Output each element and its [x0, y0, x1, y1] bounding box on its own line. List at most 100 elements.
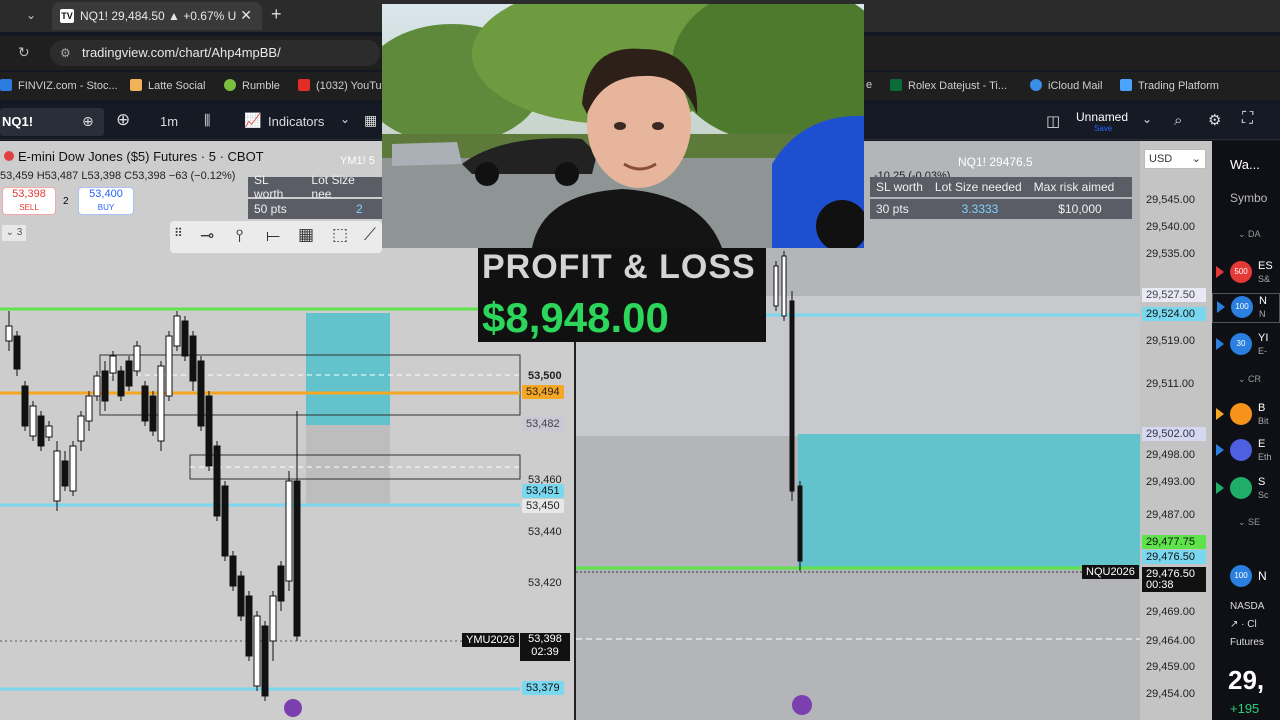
tab-close-icon[interactable]: ✕ [240, 7, 252, 24]
candle-body [85, 395, 93, 422]
symbol-badge-icon [1230, 439, 1252, 461]
section-se[interactable]: ⌄ SE [1238, 517, 1260, 528]
candle-body [149, 395, 157, 432]
browser-tab[interactable]: TV NQ1! 29,484.50 ▲ +0.67% U ✕ [52, 2, 262, 30]
bookmark-rolex[interactable]: Rolex Datejust - Ti... [890, 79, 1007, 92]
bookmark-icloud[interactable]: iCloud Mail [1030, 79, 1102, 92]
symbol-desc: Bit [1258, 416, 1269, 426]
layout-name[interactable]: Unnamed [1076, 110, 1128, 124]
axis-label: 29,454.00 [1146, 688, 1195, 700]
candle-body [237, 575, 245, 617]
youtube-icon [298, 79, 310, 91]
candle-body [269, 595, 277, 642]
bookmark-partial[interactable]: e [866, 79, 872, 91]
layout-save[interactable]: Save [1094, 124, 1112, 133]
rectangle-tool-icon[interactable]: ⬚ [332, 225, 348, 245]
detail-badge-icon: 100 [1230, 565, 1252, 587]
horizontal-ray-icon[interactable]: ⊸ [200, 226, 214, 246]
symbol-badge-icon: 100 [1231, 296, 1253, 318]
compare-icon[interactable]: ⊕ [82, 113, 94, 130]
symbol-badge-icon [1230, 477, 1252, 499]
watchlist-sidebar: Wa... Symbo ⌄ DA 500 ES S& 100 N N 30 YI E- B Bit E… [1212, 141, 1280, 720]
drag-handle-icon[interactable]: ⠿ [174, 226, 183, 240]
candle-body [69, 445, 77, 492]
bookmark-trading-platform[interactable]: Trading Platform [1120, 79, 1219, 92]
axis-label: 29,469.00 [1146, 606, 1195, 618]
reload-icon[interactable]: ↻ [18, 44, 30, 61]
interval-button[interactable]: 1m [160, 114, 178, 129]
target-zone [306, 313, 390, 425]
candle-body [285, 480, 293, 582]
right-risk-values: 30 pts 3.3333 $10,000 [870, 199, 1132, 219]
collapse-badge[interactable]: ⌄ 3 [2, 225, 26, 241]
left-risk-header: SL worth Lot Size nee [248, 173, 382, 201]
detail-symbol[interactable]: N [1258, 569, 1267, 583]
webcam-video-frame [382, 4, 864, 248]
add-symbol-icon[interactable]: ⊕ [116, 110, 130, 130]
bookmark-latte-social[interactable]: Latte Social [130, 79, 205, 92]
candle-body [125, 360, 133, 387]
quick-search-icon[interactable]: ⌕ [1174, 112, 1182, 129]
new-tab-icon[interactable]: + [271, 4, 282, 25]
status-dot-icon [4, 151, 14, 161]
trend-line-icon[interactable]: ⟝ [266, 226, 280, 246]
left-ohlc: 53,459 H53,487 L53,398 C53,398 −63 (−0.1… [0, 170, 236, 182]
sell-button[interactable]: 53,398 SELL [2, 187, 56, 215]
indicators-button[interactable]: Indicators [268, 114, 324, 129]
flag-icon [1216, 444, 1224, 456]
flag-icon [1216, 482, 1224, 494]
candle-body [781, 255, 787, 317]
stop-zone [306, 425, 390, 505]
currency-select[interactable]: USD ⌄ [1144, 149, 1206, 169]
event-marker-icon[interactable] [284, 699, 302, 717]
buy-button[interactable]: 53,400 BUY [78, 187, 134, 215]
axis-label: 29,477.75 [1142, 535, 1206, 549]
watchlist-col-symbol[interactable]: Symbo [1230, 191, 1267, 205]
bookmark-youtube[interactable]: (1032) YouTu... [298, 79, 391, 92]
event-marker-right-icon[interactable] [792, 695, 812, 715]
layout-chevron-icon[interactable]: ⌄ [1142, 112, 1152, 126]
icloud-icon [1030, 79, 1042, 91]
flag-icon [1216, 338, 1224, 350]
candle-body [245, 595, 253, 657]
line-tool-icon[interactable]: ⟋ [364, 225, 376, 245]
flag-icon [1216, 266, 1224, 278]
axis-label: 29,545.00 [1146, 194, 1195, 206]
symbol-search[interactable]: NQ1! ⊕ [0, 108, 104, 136]
candle-body [61, 460, 69, 487]
watchlist-header[interactable]: Wa... [1230, 157, 1260, 172]
watchlist-row[interactable]: S Sc [1212, 475, 1280, 505]
layout-panels-icon[interactable]: ◫ [1046, 112, 1060, 130]
candle-body [773, 265, 779, 307]
section-dashboard[interactable]: ⌄ DA [1238, 229, 1261, 240]
bookmark-rumble[interactable]: Rumble [224, 79, 280, 92]
drawing-toolbar: ⠿ ⊸ ⫯ ⟝ ▦ ⬚ ⟋ [170, 221, 382, 253]
fullscreen-icon[interactable]: ⛶ [1242, 110, 1253, 128]
section-crypto[interactable]: ⌄ CR [1238, 374, 1261, 385]
settings-gear-icon[interactable]: ⚙ [1208, 111, 1221, 129]
symbol-desc: S& [1258, 274, 1271, 284]
bookmark-finviz[interactable]: FINVIZ.com - Stoc... [0, 79, 118, 92]
grid-tool-icon[interactable]: ▦ [298, 225, 314, 245]
right-price-axis[interactable]: USD ⌄ 29,545.00 29,540.00 29,535.00 29,527.5… [1140, 141, 1212, 720]
symbol-badge-icon [1230, 403, 1252, 425]
watchlist-row[interactable]: 30 YI E- [1212, 331, 1280, 361]
candle-body [133, 345, 141, 372]
watchlist-row[interactable]: 100 N N [1212, 293, 1280, 323]
url-field[interactable]: ⚙ tradingview.com/chart/Ahp4mpBB/ [50, 40, 380, 66]
layout-grid-icon[interactable]: ▦ [364, 112, 377, 129]
symbol-ticker: ES [1258, 260, 1273, 272]
detail-change: +195 [1230, 701, 1260, 716]
site-settings-icon[interactable]: ⚙ [60, 40, 71, 66]
symbol-desc: N [1259, 309, 1266, 319]
watchlist-row[interactable]: 500 ES S& [1212, 259, 1280, 289]
watchlist-row[interactable]: B Bit [1212, 401, 1280, 431]
watchlist-row[interactable]: E Eth [1212, 437, 1280, 467]
chevron-down-icon[interactable]: ⌄ [340, 112, 350, 126]
tab-list-chevron-icon[interactable]: ⌄ [26, 8, 36, 22]
candle-type-icon[interactable]: ⫼ [204, 112, 210, 129]
symbol-badge-icon: 30 [1230, 333, 1252, 355]
vertical-line-icon[interactable]: ⫯ [236, 226, 243, 246]
symbol-badge-icon: 500 [1230, 261, 1252, 283]
axis-label: 29,540.00 [1146, 221, 1195, 233]
